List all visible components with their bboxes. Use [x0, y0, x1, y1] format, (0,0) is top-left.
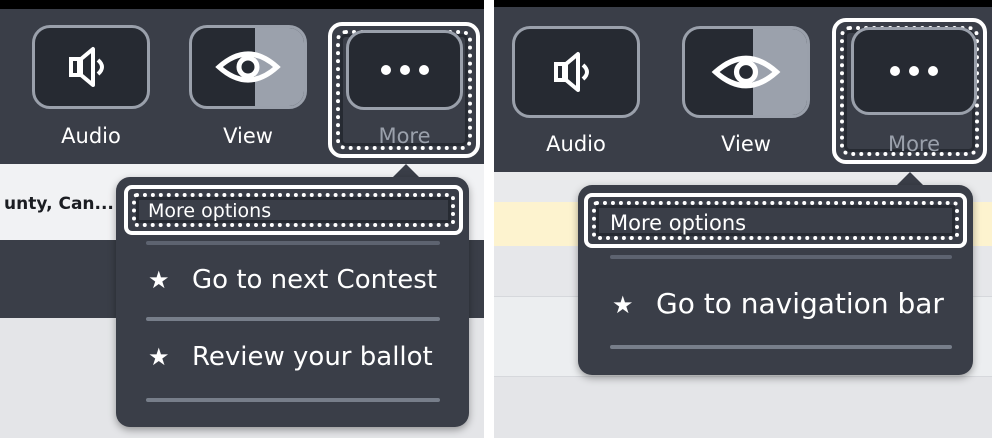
audio-label: Audio [546, 132, 606, 156]
view-label: View [223, 124, 273, 148]
menu-item-go-to-next-contest[interactable]: ★ Go to next Contest [148, 265, 437, 295]
more-options-popup: More options ★ Go to navigation bar [578, 185, 973, 375]
menu-divider [146, 398, 440, 402]
audio-button[interactable] [512, 26, 640, 118]
popup-caret [392, 164, 420, 178]
ellipsis-icon [890, 66, 938, 76]
menu-divider [146, 317, 440, 321]
speaker-icon [69, 47, 104, 87]
more-options-popup: More options ★ Go to next Contest ★ Review… [116, 177, 469, 427]
menu-divider [610, 255, 952, 259]
popup-caret [896, 172, 924, 186]
view-label: View [721, 132, 771, 156]
eye-icon [215, 51, 281, 83]
more-options-header: More options [148, 200, 272, 222]
menu-item-go-to-navigation-bar[interactable]: ★ Go to navigation bar [612, 287, 944, 320]
menu-item-label: Go to navigation bar [656, 287, 944, 320]
right-screenshot-panel: Audio View More More options ★ Go to navi… [494, 0, 992, 438]
eye-icon [711, 55, 781, 89]
menu-item-review-your-ballot[interactable]: ★ Review your ballot [148, 342, 433, 372]
audio-button[interactable] [32, 25, 150, 109]
view-button[interactable] [682, 26, 810, 118]
content-row [494, 376, 992, 438]
menu-divider [610, 345, 952, 349]
more-button[interactable] [346, 30, 463, 110]
more-label: More [378, 124, 431, 148]
menu-item-label: Review your ballot [192, 342, 433, 372]
more-label: More [887, 132, 941, 156]
view-button[interactable] [189, 25, 307, 109]
ellipsis-icon [380, 65, 429, 75]
menu-divider [146, 241, 440, 245]
menu-item-label: Go to next Contest [192, 265, 438, 295]
star-icon: ★ [148, 343, 170, 371]
left-screenshot-panel: Audio View More unty, Can... More option… [0, 0, 484, 438]
county-name: unty, Can... [4, 194, 114, 214]
more-button[interactable] [851, 27, 977, 115]
audio-label: Audio [61, 124, 121, 148]
star-icon: ★ [612, 291, 634, 319]
speaker-icon [554, 52, 589, 92]
more-options-header: More options [610, 211, 747, 235]
star-icon: ★ [148, 266, 170, 294]
